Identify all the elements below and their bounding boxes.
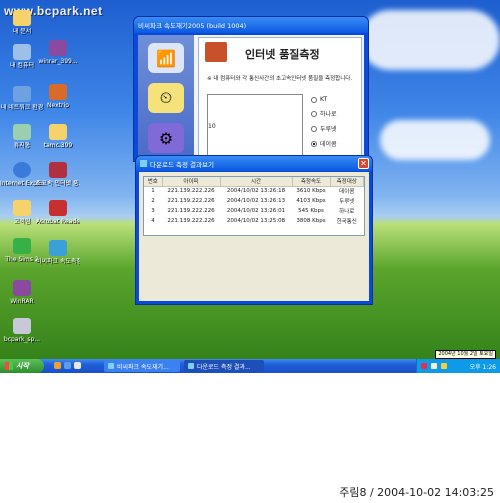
desktop-icon-bcpark-speed[interactable]: 비씨파크 속도측정 <box>36 240 80 265</box>
table-row[interactable]: 2 221.139.222.226 2004/10/02 13:26:13 4103 … <box>144 196 364 206</box>
folder-icon <box>13 200 31 216</box>
quick-launch-icon[interactable] <box>54 362 61 369</box>
column-header-target[interactable]: 측정대상 <box>330 177 364 187</box>
antenna-icon[interactable]: 📶 <box>148 43 184 73</box>
speed-test-window[interactable]: 비씨파크 속도재기2005 (build 1004) 📶 ⏲ ⚙ 인터넷 품질측… <box>133 16 369 164</box>
app-icon <box>49 240 67 256</box>
radio-icon <box>311 125 317 132</box>
provider-radio-dacom[interactable]: 데이콤 <box>311 139 337 148</box>
column-header-time[interactable]: 시간 <box>220 177 293 187</box>
provider-radio-thrunet[interactable]: 두루넷 <box>311 124 337 133</box>
computer-icon <box>13 44 31 60</box>
results-title: 다운로드 측정 결과보기 <box>150 160 214 169</box>
recycle-bin-icon <box>13 124 31 140</box>
description-text: ※ 내 컴퓨터와 각 통신사간의 초고속인터넷 품질을 측정합니다. <box>207 76 353 82</box>
quality-chart: 10 <box>207 94 303 164</box>
windows-logo-icon <box>5 362 13 370</box>
cloud <box>360 10 500 70</box>
ie-icon <box>13 162 31 178</box>
results-body: 번호 아이피 시간 측정속도 측정대상 1 221.139.222.226 2004… <box>139 172 369 301</box>
table-row[interactable]: 1 221.139.222.226 2004/10/02 13:26:18 3610 … <box>144 186 364 196</box>
desktop-icon-acrobat[interactable]: Acrobat Reader 5.0 <box>36 200 80 225</box>
desktop-icon-winrar[interactable]: WinRAR <box>0 280 44 305</box>
column-header-number[interactable]: 번호 <box>144 177 163 187</box>
quick-launch <box>54 362 81 369</box>
table-row[interactable]: 3 221.139.222.226 2004/10/02 13:26:01 545 K… <box>144 206 364 216</box>
content-panel: 인터넷 품질측정 ※ 내 컴퓨터와 각 통신사간의 초고속인터넷 품질을 측정합… <box>198 37 362 164</box>
results-table: 번호 아이피 시간 측정속도 측정대상 1 221.139.222.226 2004… <box>143 176 365 236</box>
tray-icon[interactable] <box>421 363 427 369</box>
tray-icon[interactable] <box>441 363 447 369</box>
settings-gear-icon[interactable]: ⚙ <box>148 123 184 153</box>
radio-icon <box>311 110 317 117</box>
taskbar-item-results[interactable]: 다운로드 측정 결과... <box>184 360 264 372</box>
app-icon <box>49 162 67 178</box>
taskbar: 시작 비씨파크 속도재기... 다운로드 측정 결과... 오후 1:26 <box>0 359 500 373</box>
column-header-ip[interactable]: 아이피 <box>162 177 221 187</box>
tray-icon[interactable] <box>431 363 437 369</box>
provider-radio-hanaro[interactable]: 하나로 <box>311 109 337 118</box>
quick-launch-icon[interactable] <box>64 362 71 369</box>
desktop-icon-winrar-archive[interactable]: winrar_399... <box>36 40 80 65</box>
desktop: www.bcpark.net 내 문서 내 컴퓨터 내 네트워크 환경 휴지통 … <box>0 0 500 373</box>
column-header-speed[interactable]: 측정속도 <box>292 177 331 187</box>
results-titlebar[interactable]: 다운로드 측정 결과보기 <box>136 156 372 171</box>
date-tooltip: 2004년 10월 2일 토요일 <box>435 350 496 359</box>
quick-launch-icon[interactable] <box>74 362 81 369</box>
start-button[interactable]: 시작 <box>0 359 44 373</box>
speed-test-body: 📶 ⏲ ⚙ 인터넷 품질측정 ※ 내 컴퓨터와 각 통신사간의 초고속인터넷 품… <box>138 35 364 164</box>
table-row[interactable]: 4 221.139.222.226 2004/10/02 13:25:08 3808 … <box>144 216 364 226</box>
radio-icon <box>311 96 317 103</box>
taskbar-item-speed-test[interactable]: 비씨파크 속도재기... <box>104 360 180 372</box>
chart-y-label: 10 <box>208 123 216 130</box>
app-icon <box>49 84 67 100</box>
window-title: 비씨파크 속도재기2005 (build 1004) <box>138 22 247 30</box>
provider-radio-kt[interactable]: KT <box>311 96 337 103</box>
folder-icon <box>49 124 67 140</box>
cloud <box>380 120 490 160</box>
results-window[interactable]: 다운로드 측정 결과보기 ✕ 번호 아이피 시간 측정속도 측정대상 1 221… <box>135 155 373 305</box>
radio-selected-icon <box>311 140 317 147</box>
close-button[interactable]: ✕ <box>358 158 369 169</box>
table-header-row: 번호 아이피 시간 측정속도 측정대상 <box>144 177 364 187</box>
provider-radio-group: KT 하나로 두루넷 데이콤 <box>311 96 337 154</box>
winrar-icon <box>49 40 67 56</box>
quality-test-icon[interactable]: ⏲ <box>148 83 184 113</box>
system-tray: 오후 1:26 <box>416 359 500 373</box>
capture-timestamp: 주림8 / 2004-10-02 14:03:25 <box>339 486 494 499</box>
app-icon <box>108 363 114 369</box>
side-menu: 📶 ⏲ ⚙ <box>138 35 194 161</box>
app-logo-icon <box>205 42 227 62</box>
network-icon <box>13 86 31 102</box>
clock[interactable]: 오후 1:26 <box>470 362 496 371</box>
winrar-icon <box>13 280 31 296</box>
close-icon: ✕ <box>360 159 367 168</box>
desktop-icon-speed-quality[interactable]: 초고속 인터넷 품... <box>36 162 80 187</box>
acrobat-icon <box>49 200 67 216</box>
desktop-icon-nextrip[interactable]: Nextrip <box>36 84 80 109</box>
folder-icon <box>13 10 31 26</box>
sims-icon <box>13 238 31 254</box>
desktop-icon-tamc[interactable]: tamc.399 <box>36 124 80 149</box>
desktop-icon-bcpark-setup[interactable]: bcpark_sp... <box>0 318 44 343</box>
desktop-icon-my-documents[interactable]: 내 문서 <box>0 10 44 35</box>
window-icon <box>140 160 147 167</box>
page-title: 인터넷 품질측정 <box>245 48 320 61</box>
setup-icon <box>13 318 31 334</box>
speed-test-titlebar[interactable]: 비씨파크 속도재기2005 (build 1004) <box>134 17 368 33</box>
app-icon <box>188 363 194 369</box>
